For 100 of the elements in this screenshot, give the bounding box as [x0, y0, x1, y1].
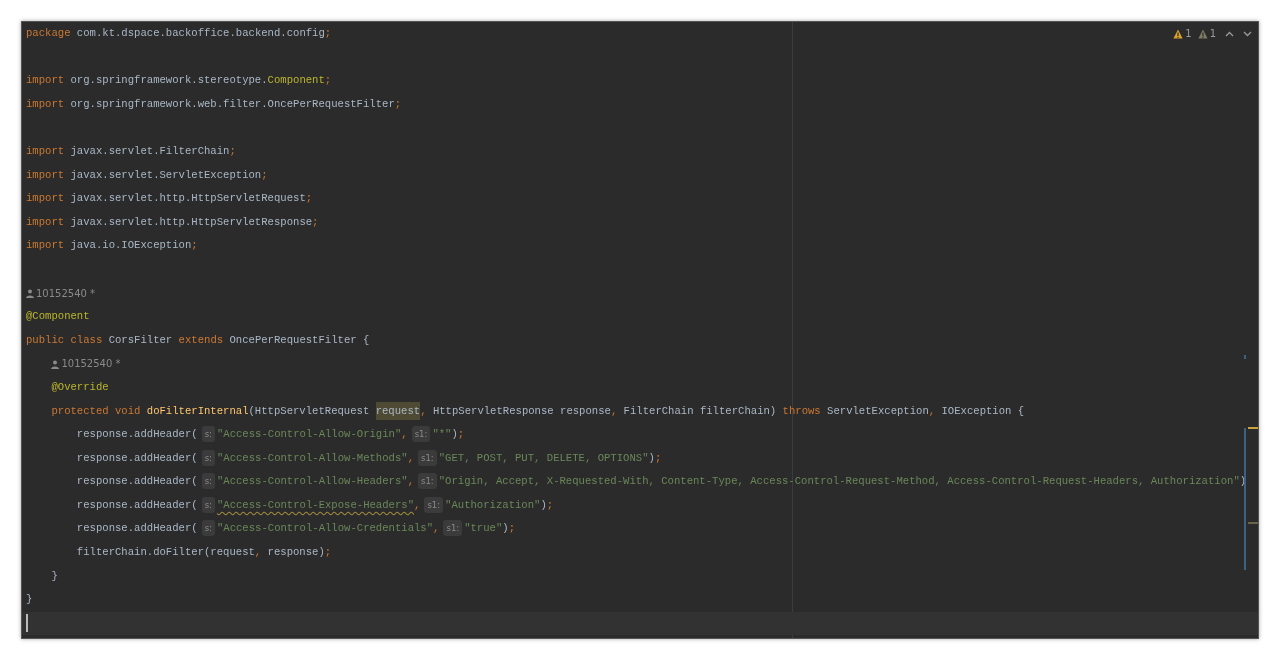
string-literal: "*" — [432, 428, 452, 441]
string-literal: "GET, POST, PUT, DELETE, OPTIONS" — [438, 451, 649, 464]
author-hint[interactable]: 10152540 * — [61, 352, 121, 376]
keyword-text: public class — [26, 333, 104, 346]
code-text: javax.servlet.FilterChain — [69, 144, 230, 157]
code-text: IOException { — [940, 404, 1025, 417]
code-text: filterChain.doFilter(request — [76, 546, 255, 559]
punctuation-text: ; — [457, 428, 465, 441]
punctuation-text: ; — [261, 168, 268, 181]
string-literal: "Access-Control-Expose-Headers" — [216, 498, 414, 511]
parameter-hint: s1: — [424, 496, 444, 513]
code-text: ) — [648, 451, 655, 464]
code-text: } — [26, 593, 33, 606]
punctuation-text: , — [928, 404, 936, 417]
keyword-text: import — [26, 192, 65, 205]
keyword-text: import — [26, 239, 65, 252]
warning-count[interactable]: 1 — [1185, 28, 1192, 39]
code-text: response.addHeader( — [76, 451, 198, 464]
code-text: org.springframework.stereotype. — [69, 74, 268, 87]
parameter-hint: s: — [201, 473, 215, 490]
string-literal: "Access-Control-Allow-Methods" — [216, 451, 408, 464]
code-text: java.io.IOException — [69, 239, 192, 252]
chevron-down-icon[interactable] — [1243, 30, 1252, 37]
punctuation-text: , — [420, 404, 427, 417]
code-text: ) — [1239, 475, 1247, 488]
code-text: ) — [451, 428, 458, 441]
warning-count[interactable]: 1 — [1209, 28, 1216, 39]
code-text: javax.servlet.http.HttpServletResponse — [69, 215, 313, 228]
keyword-text: import — [26, 74, 65, 87]
string-literal: "Access-Control-Allow-Headers" — [216, 475, 408, 488]
punctuation-text: ; — [229, 144, 236, 157]
code-text: response.addHeader( — [76, 475, 198, 488]
punctuation-text: ; — [324, 27, 332, 39]
parameter-hint: s: — [201, 496, 215, 513]
punctuation-text: ; — [394, 97, 402, 110]
text-caret — [26, 614, 28, 633]
scrollbar-mark — [1248, 522, 1258, 524]
punctuation-text: ; — [191, 239, 198, 252]
keyword-text: import — [26, 215, 65, 228]
code-text: FilterChain filterChain) — [622, 404, 778, 417]
keyword-text: import — [26, 144, 65, 157]
code-text: ) — [540, 498, 547, 511]
punctuation-text: ; — [508, 522, 516, 535]
keyword-text: package — [26, 27, 71, 39]
code-text: org.springframework.web.filter.OncePerRequestFilter — [69, 97, 395, 110]
string-literal: "Access-Control-Allow-Origin" — [216, 428, 402, 441]
scrollbar-mark — [1244, 355, 1246, 359]
method-name: doFilterInternal — [146, 404, 249, 417]
code-text: response.addHeader( — [76, 498, 198, 511]
code-text: response.addHeader( — [76, 522, 198, 535]
punctuation-text: ; — [324, 74, 332, 87]
punctuation-text: , — [401, 428, 408, 441]
punctuation-text: , — [433, 522, 440, 535]
punctuation-text: ; — [324, 546, 332, 559]
code-text: response) — [266, 546, 325, 559]
punctuation-text: ; — [654, 451, 662, 464]
punctuation-text: ; — [305, 192, 313, 205]
parameter-hint: s: — [201, 449, 215, 466]
code-text: (HttpServletRequest — [248, 404, 371, 417]
keyword-text: protected void — [51, 404, 142, 417]
parameter-hint: s1: — [443, 520, 463, 537]
parameter-hint: s1: — [411, 426, 431, 443]
code-text: com.kt.dspace.backoffice.backend.config — [75, 27, 325, 39]
keyword-text: import — [26, 97, 65, 110]
warning-icon[interactable] — [1173, 28, 1184, 39]
keyword-text: throws — [782, 404, 822, 417]
string-literal: "Origin, Accept, X-Requested-With, Content-Type, Access-Control-Request-Method, Access-Control-Request-Headers, Authorization" — [438, 475, 1240, 488]
punctuation-text: ; — [312, 215, 319, 228]
punctuation-text: , — [254, 546, 262, 559]
scrollbar-mark — [1248, 427, 1258, 429]
annotation-text: @Component — [26, 310, 90, 323]
parameter-hint: s: — [201, 520, 215, 537]
person-icon — [26, 288, 34, 298]
string-literal: "true" — [464, 522, 503, 535]
parameter-hint: s1: — [418, 449, 437, 466]
code-text: OncePerRequestFilter { — [229, 333, 370, 346]
punctuation-text: , — [414, 498, 421, 511]
code-text: response.addHeader( — [76, 428, 198, 441]
code-text: javax.servlet.http.HttpServletRequest — [69, 192, 306, 205]
keyword-text: import — [26, 168, 65, 181]
string-literal: "Authorization" — [445, 498, 541, 511]
warning-icon[interactable] — [1197, 28, 1208, 39]
code-text: javax.servlet.ServletException — [69, 168, 262, 181]
chevron-up-icon[interactable] — [1225, 30, 1234, 37]
keyword-text: extends — [178, 333, 225, 346]
punctuation-text: , — [407, 451, 414, 464]
highlighted-identifier: request — [375, 401, 421, 420]
parameter-hint: s: — [201, 426, 215, 443]
author-hint[interactable]: 10152540 * — [36, 281, 96, 306]
code-text: CorsFilter — [108, 333, 174, 346]
code-text: ServletException — [827, 404, 929, 417]
parameter-hint: s1: — [418, 473, 437, 490]
string-literal: "Access-Control-Allow-Credentials" — [216, 522, 434, 535]
code-text: ) — [502, 522, 509, 535]
punctuation-text: ; — [546, 498, 554, 511]
punctuation-text: , — [610, 404, 618, 417]
annotation-text: @Override — [51, 380, 109, 393]
person-icon — [51, 359, 60, 369]
punctuation-text: , — [407, 475, 414, 488]
code-text: } — [51, 569, 58, 582]
